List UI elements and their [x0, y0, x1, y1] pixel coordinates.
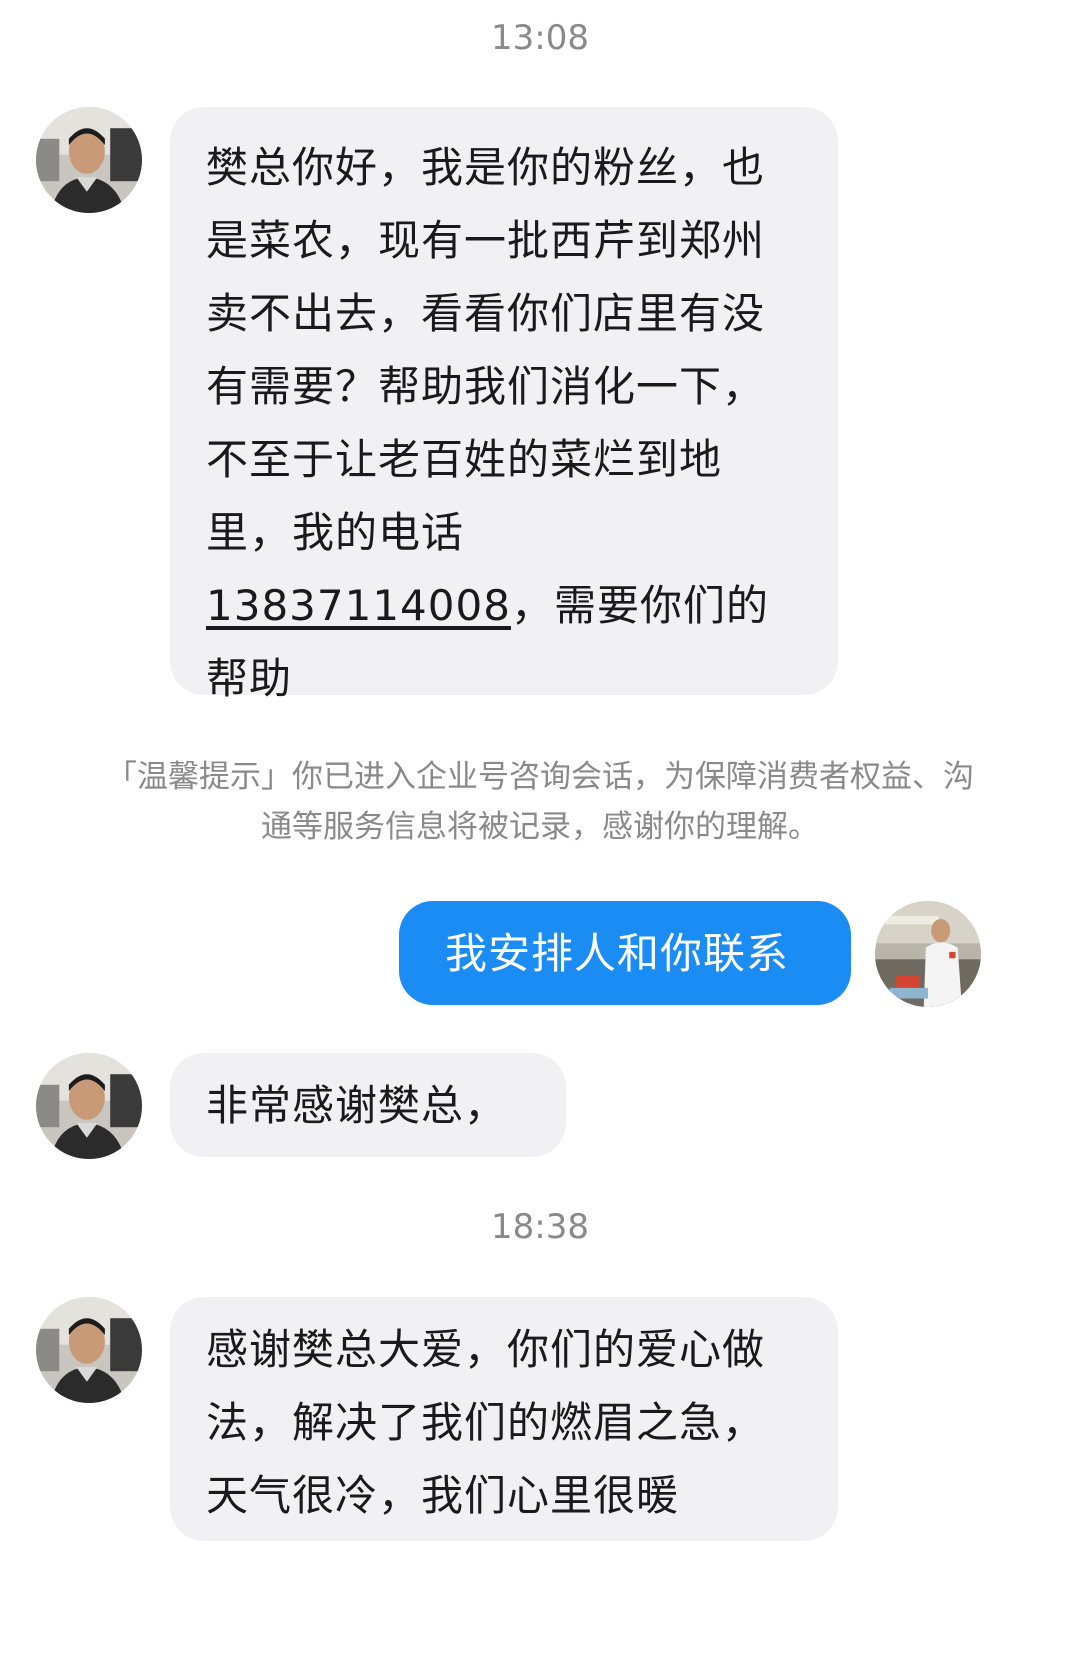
contact-avatar[interactable]	[36, 1297, 142, 1403]
chat-conversation: 13:08 樊总你好，我是你的粉丝，也 是菜农，现有一批西芹到郑州 卖不出去，看…	[0, 0, 1080, 1675]
phone-number-link[interactable]: 13837114008	[206, 581, 511, 630]
avatar-photo-man-icon	[36, 107, 142, 213]
message-line: 樊总你好，我是你的粉丝，也	[206, 143, 766, 192]
message-line: 法，解决了我们的燃眉之急，	[206, 1398, 766, 1447]
timestamp: 13:08	[491, 18, 589, 58]
message-line: 天气很冷，我们心里很暖	[206, 1471, 680, 1520]
system-notice: 「温馨提示」你已进入企业号咨询会话，为保障消费者权益、沟通等服务信息将被记录，感…	[106, 759, 974, 845]
message-bubble[interactable]: 樊总你好，我是你的粉丝，也 是菜农，现有一批西芹到郑州 卖不出去，看看你们店里有…	[170, 107, 838, 703]
timestamp: 18:38	[491, 1207, 589, 1247]
message-bubble[interactable]: 感谢樊总大爱，你们的爱心做 法，解决了我们的燃眉之急， 天气很冷，我们心里很暖	[170, 1297, 838, 1541]
message-line: 帮助	[206, 654, 293, 703]
message-line: 里，我的电话	[206, 508, 465, 557]
contact-avatar[interactable]	[36, 107, 142, 213]
message-line: 有需要？帮助我们消化一下，	[206, 362, 766, 411]
message-text: 我安排人和你联系	[445, 929, 790, 978]
message-line: 感谢樊总大爱，你们的爱心做	[206, 1325, 766, 1374]
message-line: 卖不出去，看看你们店里有没	[206, 289, 766, 338]
message-line: 13837114008，需要你们的	[206, 569, 838, 642]
avatar-photo-man-icon	[36, 1053, 142, 1159]
self-avatar[interactable]	[875, 901, 981, 1007]
contact-avatar[interactable]	[36, 1053, 142, 1159]
avatar-photo-man-icon	[36, 1297, 142, 1403]
message-bubble-self[interactable]: 我安排人和你联系	[399, 901, 851, 1005]
message-bubble[interactable]: 非常感谢樊总，	[170, 1053, 566, 1157]
message-text: 非常感谢樊总，	[206, 1081, 508, 1130]
message-text: ，需要你们的	[510, 581, 769, 630]
avatar-photo-chef-icon	[875, 901, 981, 1007]
message-line: 是菜农，现有一批西芹到郑州	[206, 216, 766, 265]
message-line: 不至于让老百姓的菜烂到地	[206, 435, 723, 484]
